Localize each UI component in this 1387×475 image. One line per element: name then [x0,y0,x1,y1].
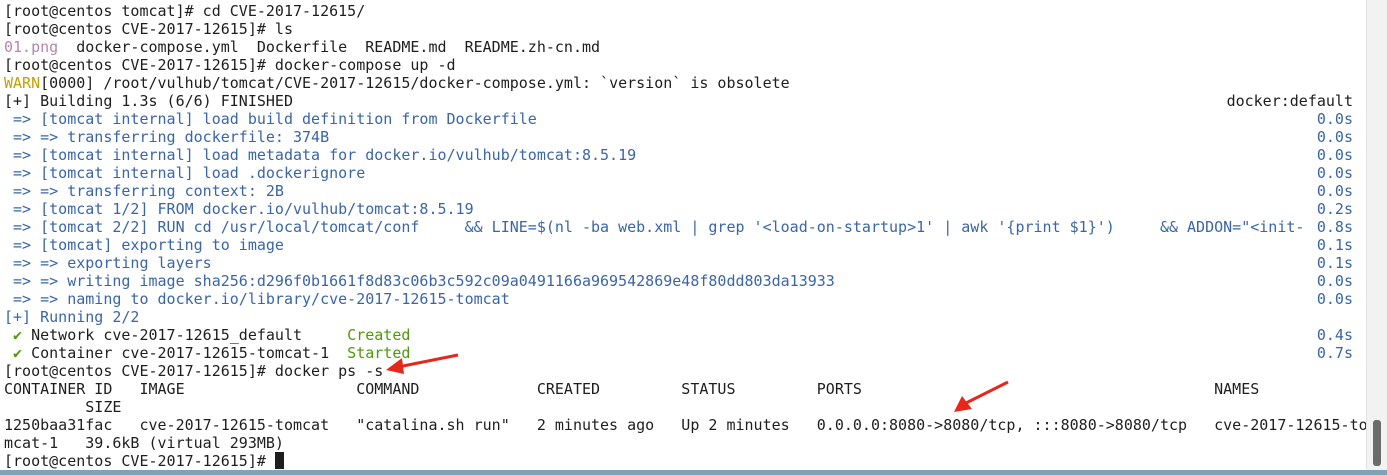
terminal-line: => [tomcat 1/2] FROM docker.io/vulhub/to… [4,200,474,218]
terminal-line: [root@centos CVE-2017-12615]# ls [4,20,293,38]
terminal-text: [root@centos CVE-2017-12615]# docker ps … [4,362,384,380]
terminal-text: ✔ [4,344,23,362]
terminal-text: => [tomcat 1/2] FROM docker.io/vulhub/to… [4,200,474,218]
step-duration: 0.7s [1316,344,1353,362]
step-duration: 0.0s [1316,110,1353,128]
terminal-line: => [tomcat 2/2] RUN cd /usr/local/tomcat… [4,218,1304,236]
terminal-line: 1250baa31fac cve-2017-12615-tomcat "cata… [4,416,1368,434]
terminal-text: 01.png [4,38,59,56]
step-duration: 0.0s [1316,182,1353,200]
terminal-line: => => transferring dockerfile: 374B [4,128,329,146]
terminal-text: SIZE [4,398,122,416]
terminal-text: docker-compose.yml Dockerfile README.md … [58,38,601,56]
terminal-text: [root@centos tomcat]# cd CVE-2017-12615/ [4,2,366,20]
terminal-line: [+] Building 1.3s (6/6) FINISHED [4,92,293,110]
terminal-text: CONTAINER ID IMAGE COMMAND CREATED STATU… [4,380,1260,398]
terminal-line: [root@centos CVE-2017-12615]# [4,452,284,470]
terminal-text: => => transferring context: 2B [4,182,284,200]
terminal-line: ✔ Container cve-2017-12615-tomcat-1 Star… [4,344,410,362]
terminal-text: [root@centos CVE-2017-12615]# docker-com… [4,56,456,74]
terminal-line: 01.png docker-compose.yml Dockerfile REA… [4,38,600,56]
scrollbar-thumb[interactable] [1373,420,1381,466]
terminal-window[interactable]: [root@centos tomcat]# cd CVE-2017-12615/… [0,0,1368,470]
terminal-line: => => naming to docker.io/library/cve-20… [4,290,510,308]
step-duration: 0.8s [1316,218,1353,236]
terminal-line: => [tomcat] exporting to image [4,236,284,254]
step-duration: 0.0s [1316,272,1353,290]
terminal-text: 1250baa31fac cve-2017-12615-tomcat "cata… [4,416,1368,434]
terminal-text: => => transferring dockerfile: 374B [4,128,330,146]
terminal-text: Created [347,326,411,344]
terminal-line: SIZE [4,398,121,416]
scrollbar[interactable] [1366,0,1387,470]
terminal-line: => => transferring context: 2B [4,182,284,200]
terminal-text: [root@centos CVE-2017-12615]# [4,452,275,470]
terminal-line: [root@centos CVE-2017-12615]# docker-com… [4,56,456,74]
terminal-line: ✔ Network cve-2017-12615_default Created [4,326,410,344]
cursor [274,452,284,469]
step-duration: 0.1s [1316,254,1353,272]
step-duration: 0.0s [1316,128,1353,146]
terminal-line: => [tomcat internal] load metadata for d… [4,146,636,164]
terminal-line: CONTAINER ID IMAGE COMMAND CREATED STATU… [4,380,1259,398]
terminal-text: => => naming to docker.io/library/cve-20… [4,290,510,308]
step-duration: 0.0s [1316,146,1353,164]
terminal-text: => [tomcat internal] load .dockerignore [4,164,366,182]
terminal-line: [+] Running 2/2 [4,308,139,326]
terminal-text: mcat-1 39.6kB (virtual 293MB) [4,434,284,452]
terminal-text: [+] Building 1.3s (6/6) FINISHED [4,92,293,110]
terminal-text: => [tomcat internal] load metadata for d… [4,146,637,164]
step-duration: 0.0s [1316,164,1353,182]
step-duration: docker:default [1226,92,1353,110]
terminal-text: [+] Running 2/2 [4,308,140,326]
terminal-text: => [tomcat 2/2] RUN cd /usr/local/tomcat… [4,218,1305,236]
terminal-line: => => writing image sha256:d296f0b1661f8… [4,272,835,290]
terminal-text: => [tomcat] exporting to image [4,236,284,254]
terminal-line: mcat-1 39.6kB (virtual 293MB) [4,434,284,452]
desktop-background [0,470,1387,475]
terminal-line: [root@centos CVE-2017-12615]# docker ps … [4,362,383,380]
terminal-line: => => exporting layers [4,254,212,272]
step-duration: 0.1s [1316,236,1353,254]
terminal-text: => => writing image sha256:d296f0b1661f8… [4,272,835,290]
step-duration: 0.2s [1316,200,1353,218]
terminal-text: Started [347,344,411,362]
terminal-text: => => exporting layers [4,254,212,272]
terminal-text: Container cve-2017-12615-tomcat-1 [22,344,348,362]
terminal-text: ✔ [4,326,23,344]
step-duration: 0.4s [1316,326,1353,344]
terminal-text: Network cve-2017-12615_default [22,326,348,344]
terminal-line: => [tomcat internal] load .dockerignore [4,164,365,182]
terminal-text: [0000] /root/vulhub/tomcat/CVE-2017-1261… [40,74,790,92]
step-duration: 0.0s [1316,290,1353,308]
terminal-line: => [tomcat internal] load build definiti… [4,110,537,128]
terminal-line: [root@centos tomcat]# cd CVE-2017-12615/ [4,2,365,20]
terminal-line: WARN[0000] /root/vulhub/tomcat/CVE-2017-… [4,74,790,92]
terminal-text: [root@centos CVE-2017-12615]# ls [4,20,293,38]
terminal-text: => [tomcat internal] load build definiti… [4,110,537,128]
terminal-text: WARN [4,74,41,92]
